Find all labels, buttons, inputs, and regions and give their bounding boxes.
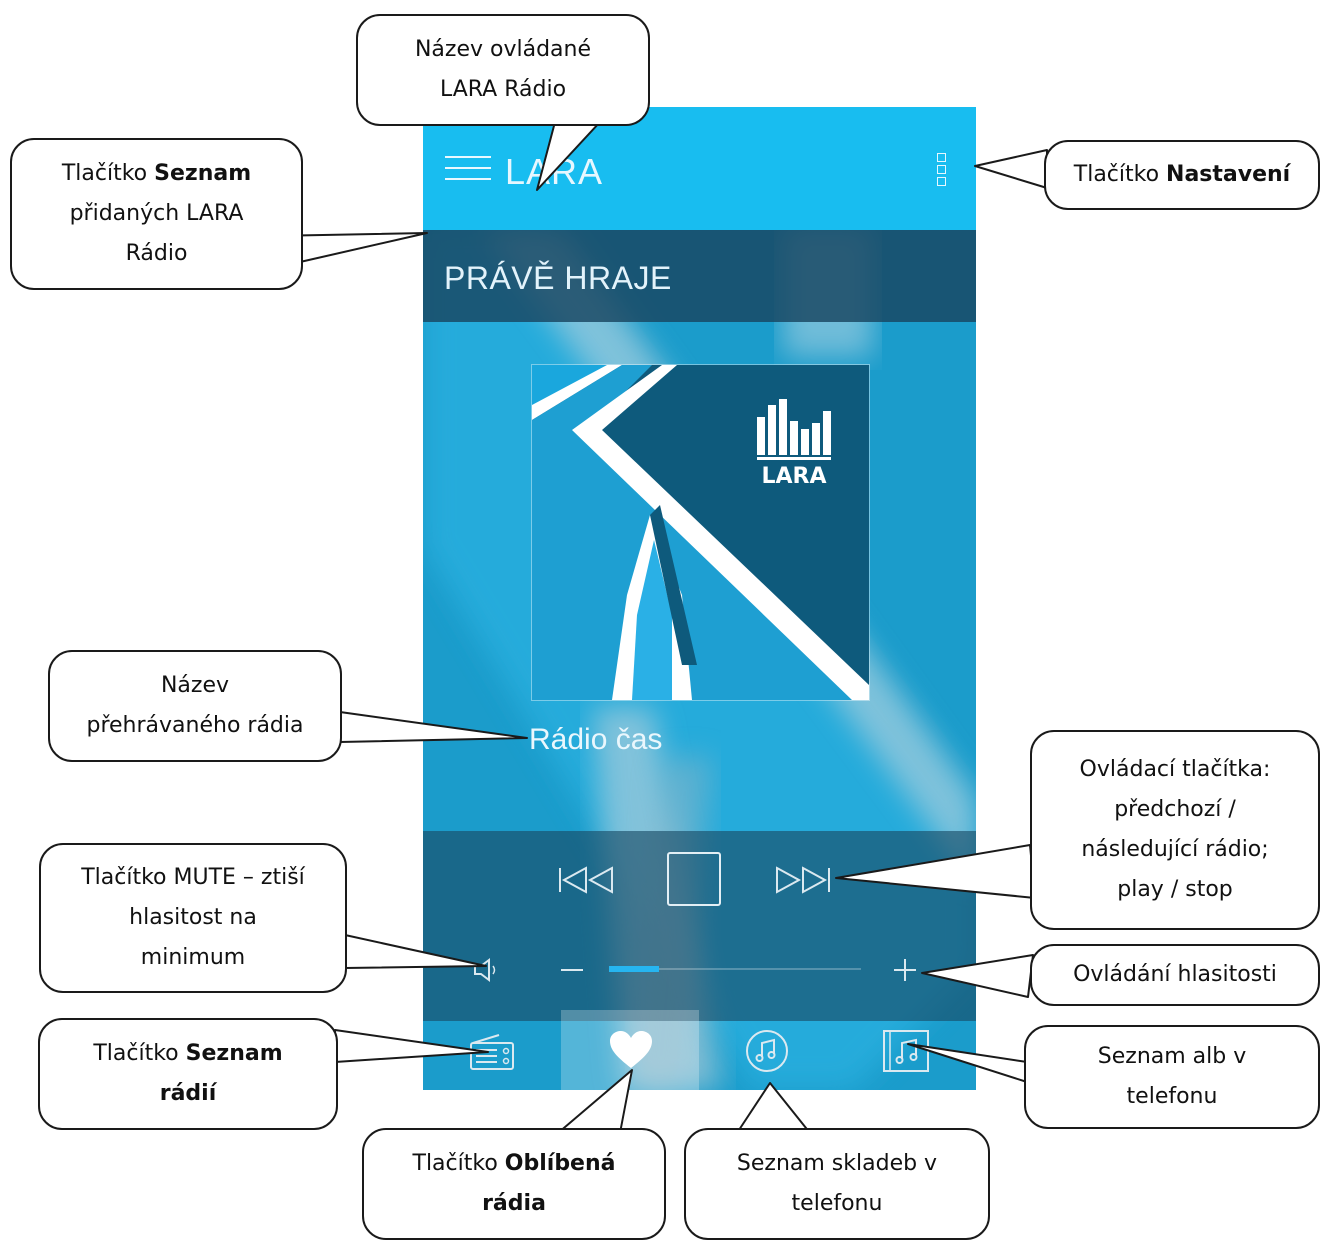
callout-radio-list: Tlačítko Seznam rádií	[38, 1018, 338, 1130]
callout-favorites: Tlačítko Oblíbená rádia	[362, 1128, 666, 1240]
callout-mute: Tlačítko MUTE – ztiší hlasitost na minim…	[39, 843, 347, 993]
callout-playing-name: Název přehrávaného rádia	[48, 650, 342, 762]
callout-list-button: Tlačítko Seznam přidaných LARA Rádio	[10, 138, 303, 290]
callout-tracks: Seznam skladeb v telefonu	[684, 1128, 990, 1240]
callout-controls: Ovládací tlačítka: předchozí / následují…	[1030, 730, 1320, 930]
callout-volume: Ovládání hlasitosti	[1030, 944, 1320, 1006]
callout-albums: Seznam alb v telefonu	[1024, 1025, 1320, 1129]
callout-station-name: Název ovládané LARA Rádio	[356, 14, 650, 126]
callout-settings-button: Tlačítko Nastavení	[1044, 140, 1320, 210]
